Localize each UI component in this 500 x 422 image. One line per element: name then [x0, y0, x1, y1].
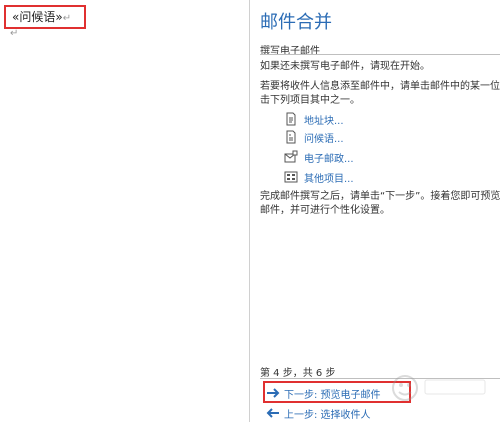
arrow-left-icon — [266, 407, 280, 419]
link-label: 地址块... — [304, 115, 344, 127]
watermark-logo — [385, 368, 495, 408]
link-label: 其他项目... — [304, 173, 354, 185]
electronic-postage-link[interactable]: 电子邮政... — [284, 149, 354, 165]
address-block-icon — [284, 112, 298, 126]
previous-step-label: 上一步: 选择收件人 — [284, 409, 371, 421]
link-label: 问候语... — [304, 133, 344, 145]
mail-merge-pane: 邮件合并 撰写电子邮件 如果还未撰写电子邮件，请现在开始。 若要将收件人信息添至… — [250, 0, 500, 422]
section-divider — [260, 54, 500, 55]
finish-text-line-2: 邮件，并可进行个性化设置。 — [260, 205, 390, 216]
greeting-line-link[interactable]: 问候语... — [284, 129, 344, 145]
pane-title: 邮件合并 — [260, 12, 332, 33]
finish-text-line-1: 完成邮件撰写之后，请单击“下一步”。接着您即可预览 — [260, 191, 500, 202]
document-area[interactable]: «问候语»↵ ↵ — [0, 0, 249, 422]
electronic-postage-icon — [284, 150, 298, 164]
link-label: 电子邮政... — [304, 153, 354, 165]
instruction-text-line-2: 击下列项目其中之一。 — [260, 95, 360, 106]
more-items-icon — [284, 170, 298, 184]
intro-text: 如果还未撰写电子邮件，请现在开始。 — [260, 61, 430, 72]
greeting-line-icon — [284, 130, 298, 144]
previous-step-link[interactable]: 上一步: 选择收件人 — [266, 405, 371, 421]
address-block-link[interactable]: 地址块... — [284, 111, 344, 127]
more-items-link[interactable]: 其他项目... — [284, 169, 354, 185]
paragraph-mark: ↵ — [10, 28, 19, 39]
step-count: 第 4 步，共 6 步 — [260, 368, 336, 379]
highlight-box — [4, 5, 86, 29]
instruction-text-line-1: 若要将收件人信息添至邮件中，请单击邮件中的某一位 — [260, 81, 500, 92]
